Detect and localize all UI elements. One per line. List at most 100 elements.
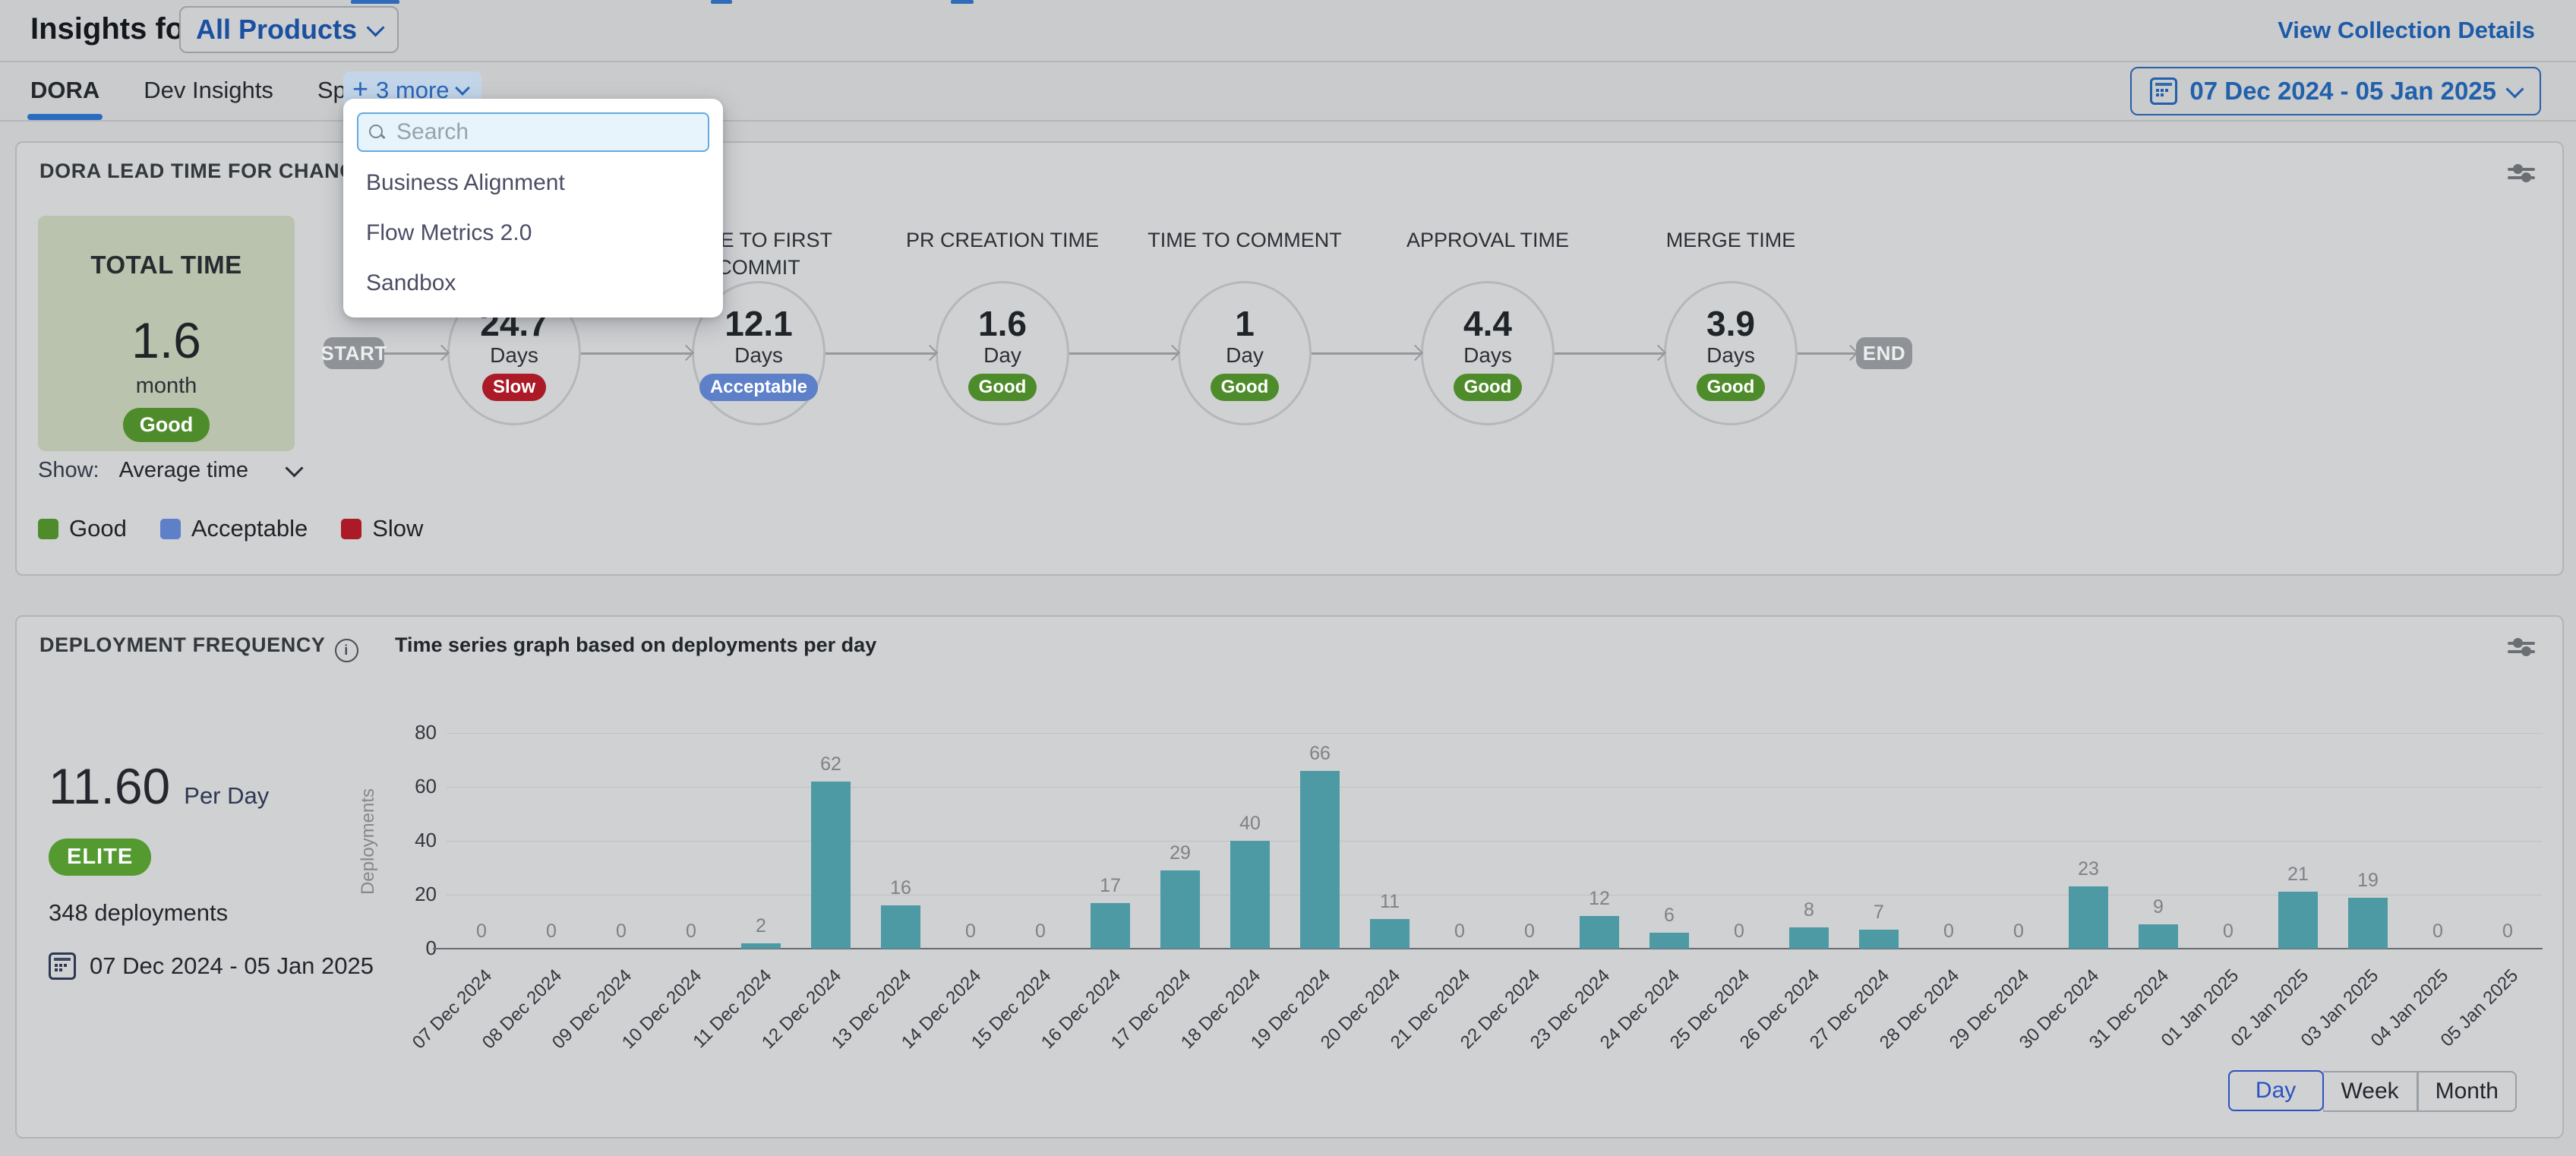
bar-slot: 0 [1005,727,1075,949]
bar-value-label: 0 [2403,921,2473,943]
bar-slot: 0 [1704,727,1774,949]
stage-value: 4.4 [1463,305,1512,342]
bar-value-label: 9 [2123,896,2193,918]
date-range-value: 07 Dec 2024 - 05 Jan 2025 [2189,77,2496,106]
dropdown-item[interactable]: Sandbox [357,260,709,307]
bar-value-label: 0 [936,921,1005,943]
total-time-status-badge: Good [123,408,210,442]
bar-slot: 66 [1285,727,1355,949]
bar-slot: 8 [1774,727,1844,949]
date-range-picker[interactable]: 07 Dec 2024 - 05 Jan 2025 [2130,67,2541,115]
insights-dashboard: Insights for All Products View Collectio… [0,0,2576,1156]
stage-value: 1 [1235,305,1255,342]
bar-value-label: 23 [2054,858,2123,880]
stage-label: PR CREATION TIME [900,226,1105,254]
granularity-week[interactable]: Week [2323,1071,2418,1112]
show-label: Show: [38,458,99,483]
stage-node: 1Day Good [1178,281,1312,425]
dropdown-item[interactable]: Business Alignment [357,160,709,207]
bar-slot: 9 [2123,727,2193,949]
dropdown-item[interactable]: Flow Metrics 2.0 [357,210,709,257]
bar-slot: 0 [586,727,656,949]
bar-slot: 16 [866,727,936,949]
stage-node: 3.9DaysGood [1664,281,1798,425]
legend-item: Acceptable [160,515,308,542]
tab-dora[interactable]: DORA [30,61,99,120]
legend-swatch [341,519,361,539]
calendar-icon [49,952,76,980]
y-tick-label: 60 [415,775,437,798]
deployment-title-text: DEPLOYMENT FREQUENCY [39,633,326,656]
stage-unit: Days [734,343,783,368]
bar-slot: 0 [2403,727,2473,949]
bar-value-label: 12 [1564,888,1634,910]
total-time-unit: month [136,374,197,399]
bar [881,905,920,949]
bar-value-label: 0 [2193,921,2263,943]
bar-slot: 0 [1425,727,1495,949]
bar [741,943,781,949]
stage-status-badge: Good [1211,374,1280,401]
bar-slot: 21 [2263,727,2333,949]
legend-swatch [38,519,58,539]
bar-value-label: 0 [1495,921,1564,943]
more-tabs-dropdown: Business AlignmentFlow Metrics 2.0Sandbo… [343,99,723,317]
bar-value-label: 8 [1774,899,1844,921]
bar-slot: 0 [447,727,516,949]
y-tick-label: 40 [415,829,437,852]
flow-start-node: START [324,337,384,369]
view-collection-details-link[interactable]: View Collection Details [2278,17,2535,44]
info-icon[interactable]: i [335,639,358,662]
stage-node: 1.6DayGood [936,281,1069,425]
flow-arrow [581,352,692,355]
flow-end-node: END [1856,337,1912,369]
bar-value-label: 16 [866,877,936,899]
show-metric-dropdown[interactable]: Show: Average time [38,458,301,483]
bar-value-label: 0 [516,921,586,943]
bar-slot: 6 [1634,727,1704,949]
stage-label: MERGE TIME [1628,226,1833,254]
flow-arrow [826,352,936,355]
page-title: Insights for [30,12,196,46]
bar-value-label: 66 [1285,743,1355,765]
dropdown-search[interactable] [357,112,709,152]
stage-unit: Day [1226,343,1264,368]
bar [1649,933,1689,949]
chevron-down-icon [367,18,385,36]
chevron-down-icon [455,81,470,96]
bar-slot: 11 [1355,727,1425,949]
bar-value-label: 0 [1704,921,1774,943]
chevron-down-icon [2505,80,2524,98]
granularity-month[interactable]: Month [2418,1071,2517,1112]
total-time-label: TOTAL TIME [90,251,242,280]
card-settings-icon[interactable] [2508,636,2535,659]
deployment-frequency-card: DEPLOYMENT FREQUENCYi Time series graph … [15,615,2564,1139]
stage-status-badge: Good [1697,374,1766,401]
bar-value-label: 0 [586,921,656,943]
scope-selector-button[interactable]: All Products [179,6,399,53]
page-header: Insights for All Products View Collectio… [0,0,2576,62]
more-dropdown-list: Business AlignmentFlow Metrics 2.0Sandbo… [357,160,709,307]
tab-dev-insights[interactable]: Dev Insights [144,61,273,120]
flow-arrow [1069,352,1178,355]
total-time-value: 1.6 [131,311,201,369]
bar-slot: 0 [2193,727,2263,949]
card-date-range-text: 07 Dec 2024 - 05 Jan 2025 [90,952,374,980]
y-axis-ticks: 020406080 [17,727,437,949]
card-settings-icon[interactable] [2508,163,2535,185]
bar-value-label: 62 [796,753,866,775]
bar-slot: 0 [2473,727,2543,949]
legend-item: Good [38,515,127,542]
granularity-day[interactable]: Day [2228,1070,2324,1111]
search-input[interactable] [395,118,697,146]
bar-value-label: 0 [447,921,516,943]
bar-value-label: 0 [1005,921,1075,943]
bar [1859,930,1899,949]
bar-value-label: 17 [1075,875,1145,897]
chevron-down-icon [285,459,303,477]
bar-slot: 2 [726,727,796,949]
x-axis-labels: 07 Dec 202408 Dec 202409 Dec 202410 Dec … [447,958,2543,1072]
granularity-toggle: DayWeekMonth [2229,1071,2517,1112]
stage-status-badge: Good [968,374,1037,401]
bar [2069,886,2108,949]
